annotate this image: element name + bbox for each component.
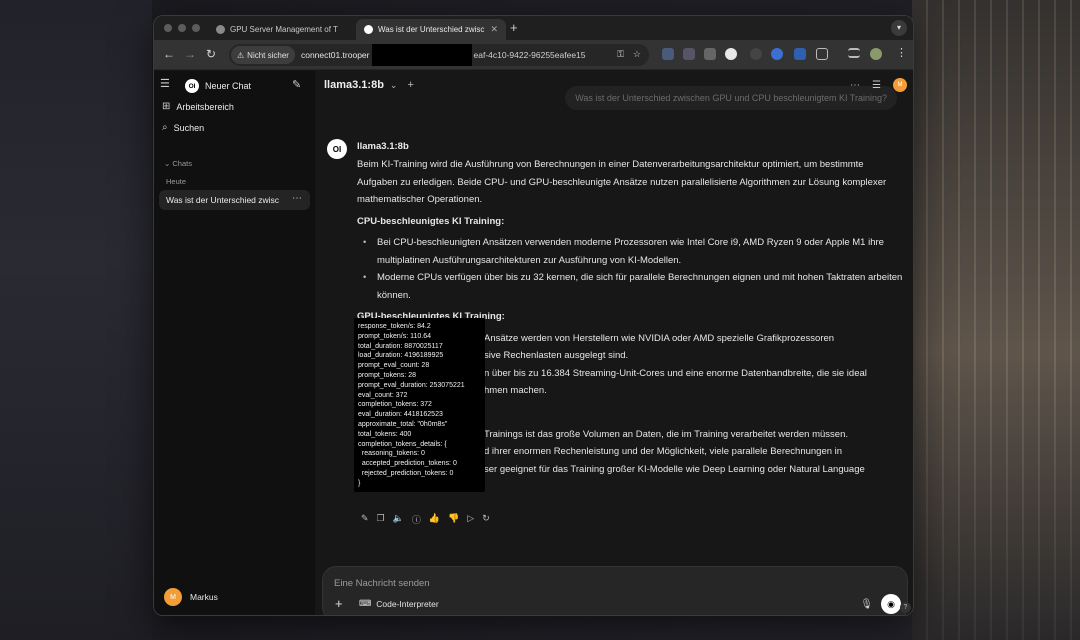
tab-strip: GPU Server Management of T Was ist der U… [154, 16, 913, 40]
tab-title: Was ist der Unterschied zwisc [378, 25, 485, 34]
redacted-region [371, 44, 472, 66]
extension-icon[interactable] [725, 48, 737, 60]
chat-list-item[interactable]: Was ist der Unterschied zwisc ⋯ [159, 190, 310, 210]
extension-icon[interactable] [750, 48, 762, 60]
avatar[interactable]: M [893, 78, 907, 92]
edit-icon[interactable]: ✎ [361, 513, 369, 526]
puzzle-extensions-icon[interactable] [816, 48, 828, 60]
user-name: Markus [190, 592, 218, 602]
window-minimize-button[interactable] [178, 24, 186, 32]
desktop-background-right [912, 0, 1080, 640]
controls-sliders-icon[interactable]: ☰ [872, 80, 881, 91]
browser-toolbar: ← → ↻ ⚠ Nicht sicher connect01.trooper e… [154, 40, 913, 70]
user-menu[interactable]: M Markus [164, 588, 218, 606]
terminal-icon: ⌨ [359, 598, 372, 608]
answer-heading-cpu: CPU-beschleunigtes KI Training: [357, 215, 505, 227]
user-message-text: Was ist der Unterschied zwischen GPU und… [575, 93, 887, 103]
search-icon: ⌕ [162, 122, 168, 133]
chats-section-toggle[interactable]: ⌄ Chats [164, 159, 192, 168]
window-zoom-button[interactable] [192, 24, 200, 32]
bot-avatar: OI [327, 139, 347, 159]
message-input[interactable]: Eine Nachricht senden [334, 578, 430, 589]
play-icon[interactable]: ▷ [467, 513, 474, 526]
chevron-down-icon: ⌄ [389, 79, 398, 90]
chevron-down-icon: ⌄ [164, 159, 171, 168]
chat-top-controls: ⋯ ☰ M [850, 78, 907, 92]
attach-plus-button[interactable]: + [335, 596, 343, 611]
close-tab-icon[interactable]: ✕ [490, 24, 498, 35]
thumbs-down-icon[interactable]: 👎 [448, 513, 459, 526]
url-text-end: eaf-4c10-9422-96255eafee15 [473, 50, 586, 60]
copy-icon[interactable]: ❐ [377, 513, 385, 526]
bot-name: llama3.1:8b [357, 141, 409, 152]
thumbs-up-icon[interactable]: 👍 [429, 513, 440, 526]
profile-icon[interactable] [870, 48, 882, 60]
url-text: connect01.trooper [300, 50, 370, 60]
more-options-icon[interactable]: ⋯ [850, 80, 860, 91]
generation-info-tooltip: response_token/s: 84.2 prompt_token/s: 1… [354, 318, 485, 492]
reading-list-icon[interactable] [848, 48, 860, 58]
user-message-bubble: Was ist der Unterschied zwischen GPU und… [565, 86, 897, 110]
window-close-button[interactable] [164, 24, 172, 32]
extension-icon[interactable] [704, 48, 716, 60]
regenerate-icon[interactable]: ↻ [482, 513, 490, 526]
extension-icon[interactable] [683, 48, 695, 60]
key-icon[interactable]: ⚿ [617, 49, 624, 60]
list-item: Moderne CPUs verfügen über bis zu 32 ker… [357, 269, 905, 304]
tab-gpu-server[interactable]: GPU Server Management of T [208, 19, 354, 40]
answer-paragraph: Beim KI-Training wird die Ausführung von… [357, 159, 887, 205]
avatar: M [164, 588, 182, 606]
browser-menu-icon[interactable]: ⋮ [896, 46, 907, 59]
extension-icon[interactable] [662, 48, 674, 60]
code-interpreter-button[interactable]: ⌨ Code-Interpreter [359, 598, 439, 609]
desktop-background-left [0, 0, 152, 640]
sidebar-item-workspace[interactable]: ⊞ Arbeitsbereich [162, 101, 234, 112]
back-arrow-icon[interactable]: ← [163, 47, 175, 61]
bookmark-star-icon[interactable]: ☆ [633, 49, 641, 60]
sidebar-item-search[interactable]: ⌕ Suchen [162, 122, 204, 133]
browser-window: GPU Server Management of T Was ist der U… [153, 15, 914, 616]
extension-icon[interactable] [771, 48, 783, 60]
globe-icon [216, 25, 225, 34]
today-label: Heute [166, 177, 187, 186]
speaker-icon[interactable]: 🔈 [393, 513, 404, 526]
sidebar-toggle-icon[interactable]: ☰ [160, 77, 170, 90]
sidebar: ☰ OI Neuer Chat ✎ ⊞ Arbeitsbereich ⌕ Suc… [154, 71, 315, 615]
list-item: Bei CPU-beschleunigten Ansätzen verwende… [357, 234, 905, 269]
address-bar[interactable]: ⚠ Nicht sicher connect01.trooper eaf-4c1… [229, 44, 649, 66]
message-actions: ✎ ❐ 🔈 ⓘ 👍 👎 ▷ ↻ [361, 513, 490, 526]
openwebui-logo-icon: OI [185, 79, 199, 93]
compose-icon[interactable]: ✎ [292, 78, 301, 91]
new-chat-button[interactable]: OI Neuer Chat [185, 79, 251, 93]
info-icon[interactable]: ⓘ [412, 513, 421, 526]
add-model-button[interactable]: + [407, 79, 413, 91]
tab-search-button[interactable]: ▾ [891, 20, 907, 36]
voice-mode-button[interactable]: ◉ [881, 594, 901, 614]
new-tab-button[interactable]: + [510, 20, 518, 35]
tab-current-chat[interactable]: Was ist der Unterschied zwisc ✕ [356, 19, 506, 40]
more-options-icon[interactable]: ⋯ [292, 193, 302, 204]
model-name: llama3.1:8b [324, 79, 384, 91]
message-composer[interactable]: Eine Nachricht senden + ⌨ Code-Interpret… [322, 566, 908, 615]
chat-title: Was ist der Unterschied zwisc [166, 195, 280, 205]
security-chip[interactable]: ⚠ Nicht sicher [231, 46, 295, 64]
forward-arrow-icon[interactable]: → [184, 47, 196, 61]
extension-icon[interactable] [794, 48, 806, 60]
openwebui-favicon-icon [364, 25, 373, 34]
grid-icon: ⊞ [162, 101, 171, 112]
microphone-icon[interactable]: 🎙 [860, 599, 873, 610]
model-selector[interactable]: llama3.1:8b ⌄ + [324, 79, 414, 91]
reload-icon[interactable]: ↻ [206, 47, 216, 61]
warning-icon: ⚠ [237, 50, 245, 60]
tab-title: GPU Server Management of T [230, 25, 338, 34]
chat-main: llama3.1:8b ⌄ + Was ist der Unterschied … [315, 71, 913, 615]
help-button[interactable]: ? [900, 602, 911, 613]
